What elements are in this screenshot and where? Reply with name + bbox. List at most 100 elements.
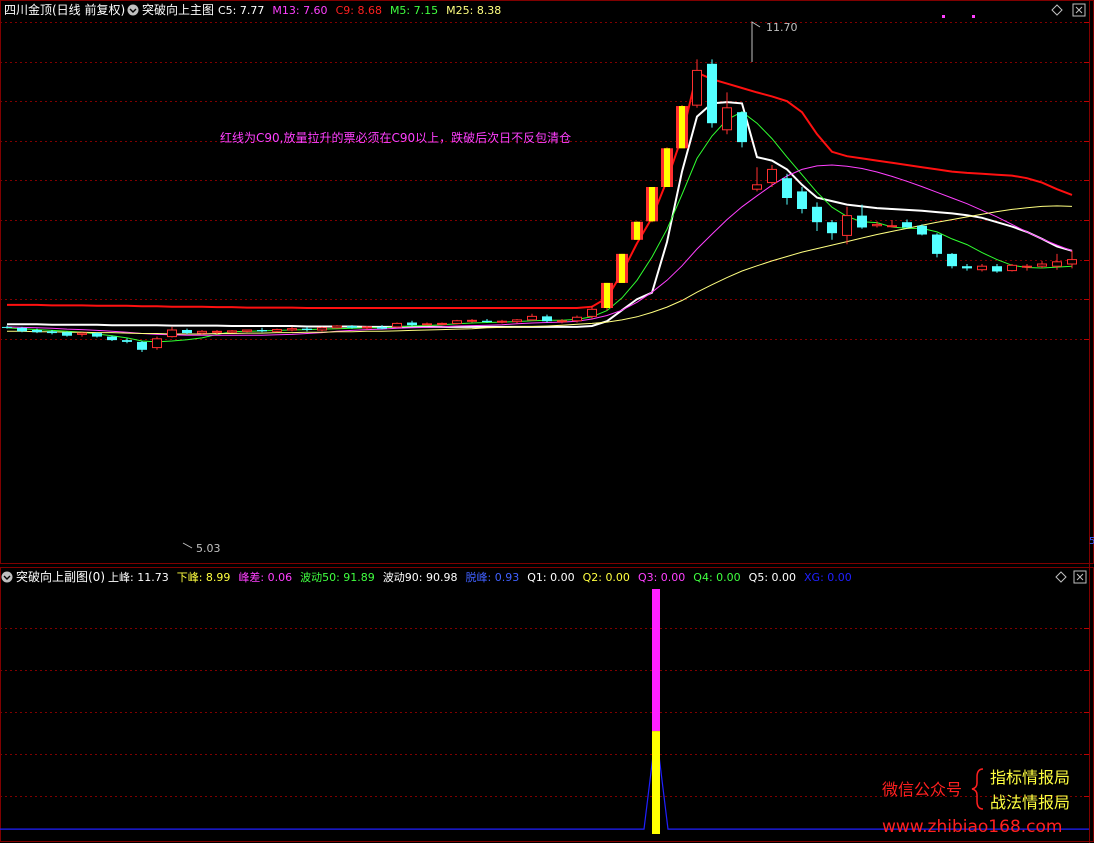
candle xyxy=(887,220,897,228)
yellow-bar xyxy=(652,731,660,834)
sub-indicator-name: 突破向上副图(0) xyxy=(16,569,105,584)
candle xyxy=(227,330,237,334)
collapse-icon[interactable] xyxy=(1,571,13,583)
sub-legend-item-0: 上峰: 11.73 xyxy=(108,571,169,584)
collapse-icon[interactable] xyxy=(127,4,139,16)
candle xyxy=(842,206,852,245)
main-legend-item-4: M25: 8.38 xyxy=(446,4,501,17)
strategy-note: 红线为C90,放量拉升的票必须在C90以上，跌破后次日不反包清仓 xyxy=(220,130,571,145)
diamond-icon[interactable] xyxy=(1055,571,1067,583)
candle xyxy=(631,221,643,240)
sub-legend-item-7: Q2: 0.00 xyxy=(583,571,630,584)
candle xyxy=(857,204,867,229)
candle xyxy=(1067,250,1077,269)
candle xyxy=(257,327,267,333)
main-legend-item-2: C9: 8.68 xyxy=(336,4,382,17)
moving-average-lines xyxy=(6,71,1073,343)
candle xyxy=(977,264,987,272)
candle xyxy=(407,320,417,327)
close-icon[interactable] xyxy=(1073,570,1087,584)
candle xyxy=(167,326,177,338)
main-legend-item-1: M13: 7.60 xyxy=(272,4,327,17)
main-indicator-name: 突破向上主图 xyxy=(142,2,214,17)
candle xyxy=(917,224,927,236)
candle xyxy=(497,319,507,324)
candle xyxy=(542,314,552,323)
candle xyxy=(302,326,312,332)
sub-legend-item-3: 波动50: 91.89 xyxy=(300,571,375,584)
candle xyxy=(1022,264,1032,271)
candle xyxy=(827,220,837,240)
candle xyxy=(752,167,762,192)
high-price-label: 11.70 xyxy=(751,21,798,62)
low-price-label: 5.03 xyxy=(182,542,221,555)
candle xyxy=(646,187,658,223)
edge-mark: 5 xyxy=(1089,536,1094,547)
candle xyxy=(812,202,822,231)
stock-title: 四川金顶(日线 前复权) xyxy=(4,2,125,17)
watermark-right-top: 指标情报局 xyxy=(990,768,1070,787)
line-m25 xyxy=(7,205,1073,335)
candle xyxy=(272,328,282,333)
candle xyxy=(1007,264,1017,272)
marker-dot xyxy=(972,15,975,18)
candle xyxy=(797,187,807,214)
candle xyxy=(737,111,747,148)
candle xyxy=(422,322,432,326)
candle xyxy=(932,233,942,258)
candle xyxy=(392,322,402,328)
candle xyxy=(467,319,477,323)
candle xyxy=(782,173,792,205)
diamond-icon[interactable] xyxy=(1051,4,1063,16)
candle xyxy=(287,326,297,332)
candle xyxy=(437,322,447,326)
candle xyxy=(332,325,342,329)
candle xyxy=(137,341,147,352)
candle xyxy=(527,313,537,321)
line-c9 xyxy=(7,71,1073,309)
svg-text:5.03: 5.03 xyxy=(196,542,221,555)
chart-canvas: 四川金顶(日线 前复权) 突破向上主图 C5: 7.77 M13: 7.60 C9:… xyxy=(0,0,1094,843)
main-panel-border xyxy=(0,0,1094,564)
sub-legend-item-10: Q5: 0.00 xyxy=(749,571,796,584)
sub-legend-item-5: 脱峰: 0.93 xyxy=(466,570,520,584)
sub-legend-item-11: XG: 0.00 xyxy=(804,571,852,584)
candle xyxy=(601,282,613,311)
candle xyxy=(482,319,492,323)
watermark-right-bottom: 战法情报局 xyxy=(990,793,1070,812)
close-icon[interactable] xyxy=(1072,3,1086,17)
sub-legend-item-4: 波动90: 90.98 xyxy=(383,571,458,584)
candle xyxy=(676,105,688,149)
sub-legend-item-8: Q3: 0.00 xyxy=(638,571,685,584)
main-legend-item-3: M5: 7.15 xyxy=(390,4,438,17)
svg-text:11.70: 11.70 xyxy=(766,21,798,34)
candle xyxy=(1037,260,1047,269)
watermark-url: www.zhibiao168.com xyxy=(882,817,1062,837)
magenta-bar xyxy=(652,589,660,732)
candle xyxy=(616,253,628,283)
candle xyxy=(947,253,957,269)
candle xyxy=(661,147,673,187)
line-m13 xyxy=(6,164,1073,336)
candle xyxy=(242,329,252,333)
sub-legend-item-6: Q1: 0.00 xyxy=(527,571,574,584)
sub-legend: 上峰: 11.73 下峰: 8.99 峰差: 0.06 波动50: 91.89 波动90… xyxy=(108,570,852,584)
candle xyxy=(707,59,717,128)
main-legend-item-0: C5: 7.77 xyxy=(218,4,264,17)
marker-dot xyxy=(942,15,945,18)
candle xyxy=(512,319,522,324)
candle xyxy=(452,319,462,325)
watermark: 微信公众号 指标情报局 战法情报局 www.zhibiao168.com xyxy=(882,768,1070,837)
watermark-left: 微信公众号 xyxy=(882,780,962,799)
candle xyxy=(152,336,162,350)
candle xyxy=(722,92,732,135)
candle xyxy=(317,326,327,332)
main-legend: C5: 7.77 M13: 7.60 C9: 8.68 M5: 7.15 M25: 8.… xyxy=(218,4,501,17)
candle xyxy=(77,332,87,337)
candle xyxy=(692,59,702,108)
sub-panel-border xyxy=(0,567,1094,842)
sub-legend-item-9: Q4: 0.00 xyxy=(693,571,740,584)
sub-legend-item-1: 下峰: 8.99 xyxy=(177,571,231,584)
sub-legend-item-2: 峰差: 0.06 xyxy=(238,570,292,584)
brace-icon xyxy=(971,768,984,810)
